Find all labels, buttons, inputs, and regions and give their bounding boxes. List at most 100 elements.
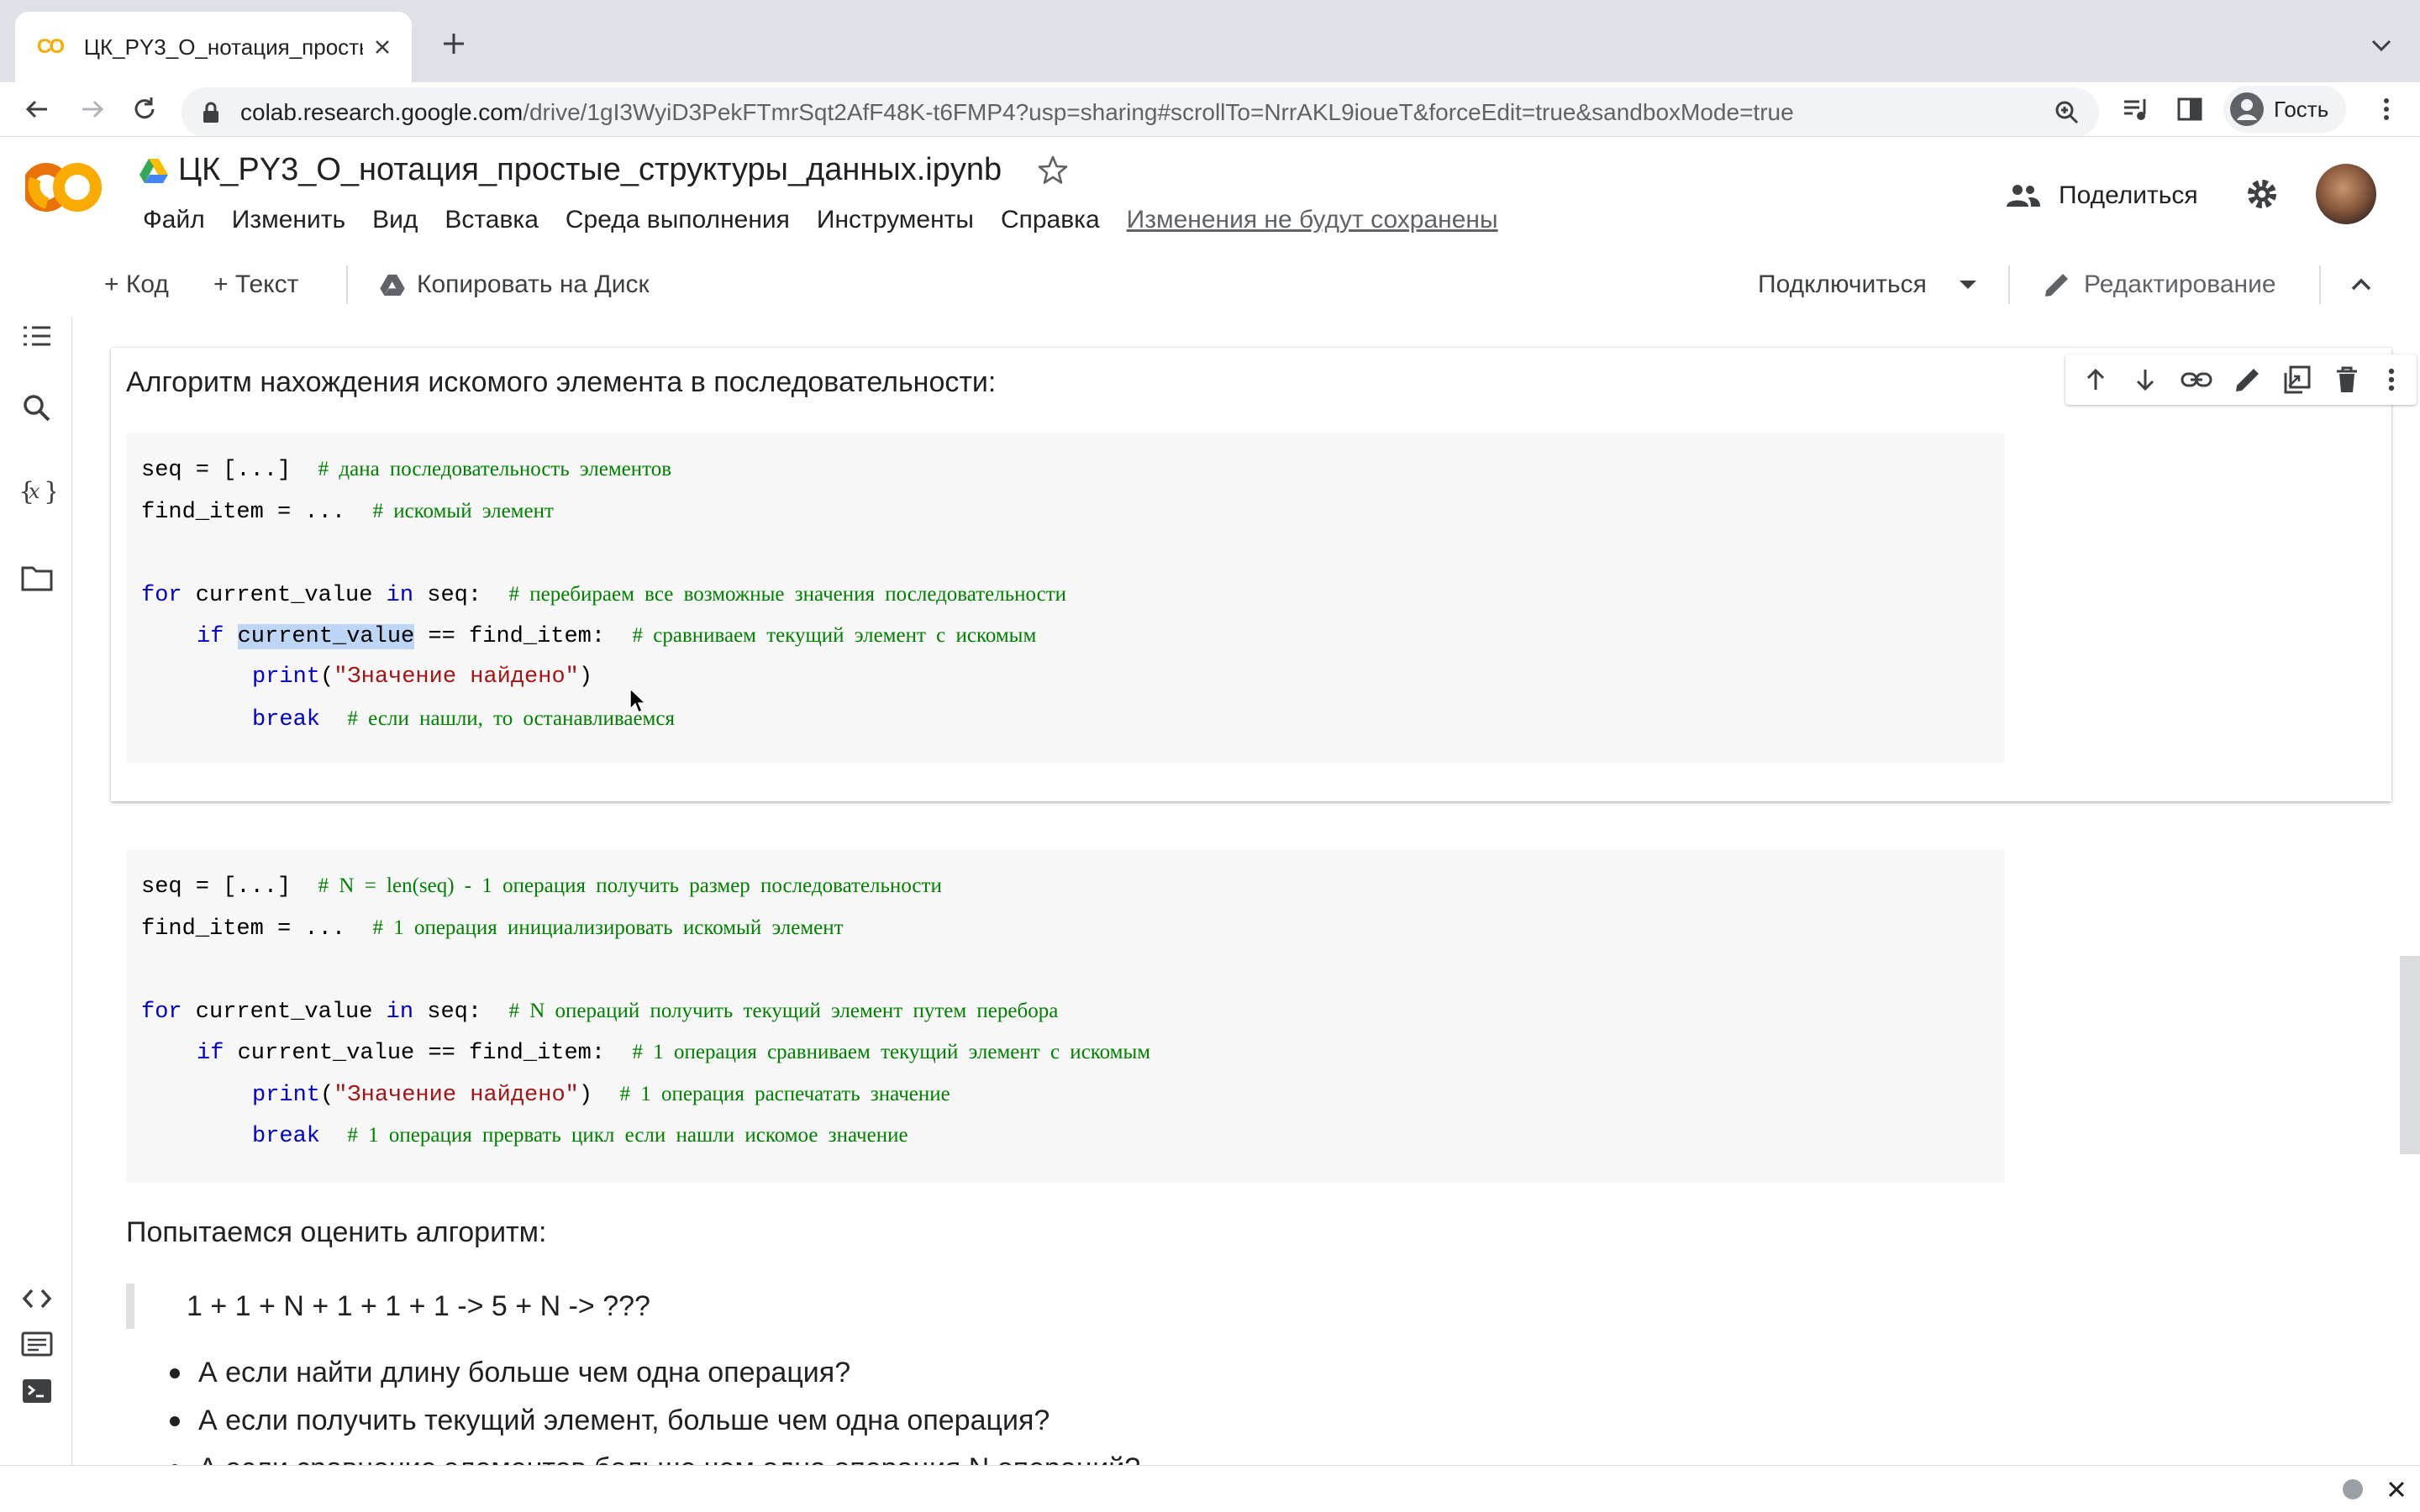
move-down-icon[interactable] bbox=[2130, 365, 2160, 395]
more-icon[interactable] bbox=[2381, 365, 2402, 395]
connect-button[interactable]: Подключиться bbox=[1758, 252, 1927, 318]
menu-view[interactable]: Вид bbox=[359, 206, 431, 234]
google-drive-icon bbox=[139, 158, 168, 183]
section-heading: Попытаемся оценить алгоритм: bbox=[126, 1216, 547, 1248]
code-line: for current_value in seq: # перебираем в… bbox=[141, 582, 1067, 608]
menu-edit[interactable]: Изменить bbox=[218, 206, 359, 234]
table-of-contents-icon[interactable] bbox=[18, 318, 55, 354]
code-line: print("Значение найдено") bbox=[252, 664, 593, 690]
move-up-icon[interactable] bbox=[2081, 365, 2111, 395]
code-line: if current_value == find_item: # 1 опера… bbox=[197, 1041, 1151, 1066]
code-line: find_item = ... # 1 операция инициализир… bbox=[141, 916, 844, 942]
cell-toolbar bbox=[2065, 354, 2417, 405]
toolbar-divider bbox=[346, 265, 348, 304]
svg-text:x: x bbox=[29, 480, 40, 503]
profile-button[interactable]: Гость bbox=[2223, 86, 2346, 133]
browser-toolbar: colab.research.google.com/drive/1gI3WyiD… bbox=[0, 82, 2420, 138]
menu-help[interactable]: Справка bbox=[987, 206, 1113, 234]
share-label: Поделиться bbox=[2059, 181, 2198, 209]
add-code-button[interactable]: + Код bbox=[104, 252, 169, 318]
command-palette-icon[interactable] bbox=[18, 1326, 55, 1362]
add-text-button[interactable]: + Текст bbox=[213, 252, 298, 318]
toolbar-divider bbox=[2008, 265, 2010, 304]
profile-label: Гость bbox=[2274, 96, 2329, 122]
new-tab-icon[interactable] bbox=[435, 25, 472, 62]
notebook-toolbar: + Код + Текст Копировать на Диск Подключ… bbox=[0, 252, 2420, 318]
selected-text: current_value bbox=[237, 624, 415, 649]
browser-tabstrip: CO ЦК_PY3_O_нотация_простые_структуры_да… bbox=[0, 0, 2420, 82]
url-text: colab.research.google.com/drive/1gI3WyiD… bbox=[240, 99, 1794, 126]
toolbar-divider bbox=[2319, 265, 2321, 304]
mouse-cursor-icon bbox=[629, 687, 647, 716]
code-line: seq = [...] # N = len(seq) - 1 операция … bbox=[141, 874, 942, 900]
list-item: А если найти длину больше чем одна опера… bbox=[169, 1349, 1140, 1397]
edit-icon[interactable] bbox=[2233, 365, 2263, 395]
gear-icon[interactable] bbox=[2244, 176, 2281, 213]
close-icon[interactable] bbox=[370, 34, 395, 60]
copy-to-drive-label: Копировать на Диск bbox=[417, 270, 650, 298]
menu-insert[interactable]: Вставка bbox=[431, 206, 552, 234]
unsaved-changes-link[interactable]: Изменения не будут сохранены bbox=[1113, 206, 1512, 234]
code-line: seq = [...] # дана последовательность эл… bbox=[141, 458, 672, 483]
tab-title: ЦК_PY3_O_нотация_простые_структуры_данны… bbox=[83, 34, 363, 60]
kebab-icon[interactable] bbox=[2366, 89, 2407, 129]
forward-arrow-icon[interactable] bbox=[72, 89, 113, 129]
star-icon[interactable] bbox=[1037, 155, 1069, 186]
code-line: print("Значение найдено") # 1 операция р… bbox=[252, 1082, 950, 1108]
complexity-formula: 1 + 1 + N + 1 + 1 + 1 -> 5 + N -> ??? bbox=[187, 1290, 650, 1322]
colab-logo[interactable] bbox=[25, 157, 106, 218]
svg-text:}: } bbox=[44, 477, 55, 507]
editing-mode-button[interactable]: Редактирование bbox=[2042, 252, 2276, 318]
code-snippets-icon[interactable] bbox=[18, 1280, 55, 1317]
people-icon bbox=[2005, 183, 2042, 208]
browser-tab[interactable]: CO ЦК_PY3_O_нотация_простые_структуры_да… bbox=[15, 12, 412, 82]
cell-heading: Алгоритм нахождения искомого элемента в … bbox=[126, 366, 997, 398]
variables-icon[interactable]: {x} bbox=[18, 474, 55, 511]
menu-tools[interactable]: Инструменты bbox=[803, 206, 987, 234]
code-block: seq = [...] # N = len(seq) - 1 операция … bbox=[126, 850, 2005, 1183]
selected-text-cell[interactable]: Алгоритм нахождения искомого элемента в … bbox=[111, 348, 2417, 801]
media-icon[interactable] bbox=[2116, 89, 2156, 129]
address-bar[interactable]: colab.research.google.com/drive/1gI3WyiD… bbox=[182, 87, 2099, 138]
colab-favicon-icon: CO bbox=[37, 35, 65, 58]
reload-icon[interactable] bbox=[124, 89, 165, 129]
menu-runtime[interactable]: Среда выполнения bbox=[552, 206, 803, 234]
lock-icon[interactable] bbox=[202, 101, 220, 124]
profile-icon bbox=[2228, 91, 2265, 128]
main-menu: Файл Изменить Вид Вставка Среда выполнен… bbox=[129, 206, 1512, 234]
url-path: /drive/1gI3WyiD3PekFTmrSqt2AfF48K-t6FMP4… bbox=[523, 99, 1794, 125]
copy-to-drive-button[interactable]: Копировать на Диск bbox=[380, 252, 650, 318]
runtime-status-icon[interactable] bbox=[2343, 1479, 2363, 1499]
scrollbar-thumb[interactable] bbox=[2400, 956, 2420, 1154]
avatar[interactable] bbox=[2316, 164, 2376, 224]
notebook-content: Алгоритм нахождения искомого элемента в … bbox=[72, 318, 2420, 1465]
terminal-icon[interactable] bbox=[18, 1373, 55, 1410]
notebook-title[interactable]: ЦК_PY3_O_нотация_простые_структуры_данны… bbox=[178, 152, 1002, 188]
menu-file[interactable]: Файл bbox=[129, 206, 218, 234]
folder-icon[interactable] bbox=[18, 559, 55, 596]
close-icon[interactable] bbox=[2383, 1476, 2410, 1503]
left-sidebar: {x} bbox=[0, 318, 72, 1465]
collapse-header-button[interactable] bbox=[2346, 252, 2376, 318]
pencil-icon bbox=[2042, 270, 2072, 300]
link-icon[interactable] bbox=[2180, 365, 2213, 395]
back-arrow-icon[interactable] bbox=[17, 89, 57, 129]
code-line: break # 1 операция прервать цикл если на… bbox=[252, 1124, 908, 1149]
connect-dropdown[interactable] bbox=[1958, 252, 1978, 318]
status-bar bbox=[0, 1465, 2420, 1512]
editing-mode-label: Редактирование bbox=[2084, 270, 2276, 298]
blockquote-bar bbox=[126, 1284, 134, 1329]
mirror-cell-icon[interactable] bbox=[2282, 365, 2312, 395]
notebook-title-row: ЦК_PY3_O_нотация_простые_структуры_данны… bbox=[139, 152, 1069, 188]
share-button[interactable]: Поделиться bbox=[2005, 172, 2198, 219]
code-line: find_item = ... # искомый элемент bbox=[141, 499, 554, 525]
code-line: for current_value in seq: # N операций п… bbox=[141, 999, 1059, 1025]
list-item: А если сравнение элементов больше чем од… bbox=[169, 1445, 1140, 1465]
chevron-down-icon[interactable] bbox=[2365, 29, 2398, 62]
code-line: break # если нашли, то останавливаемся bbox=[252, 707, 675, 732]
side-panel-icon[interactable] bbox=[2170, 89, 2210, 129]
zoom-icon[interactable] bbox=[2050, 94, 2084, 131]
delete-icon[interactable] bbox=[2332, 365, 2362, 395]
search-icon[interactable] bbox=[18, 390, 55, 427]
